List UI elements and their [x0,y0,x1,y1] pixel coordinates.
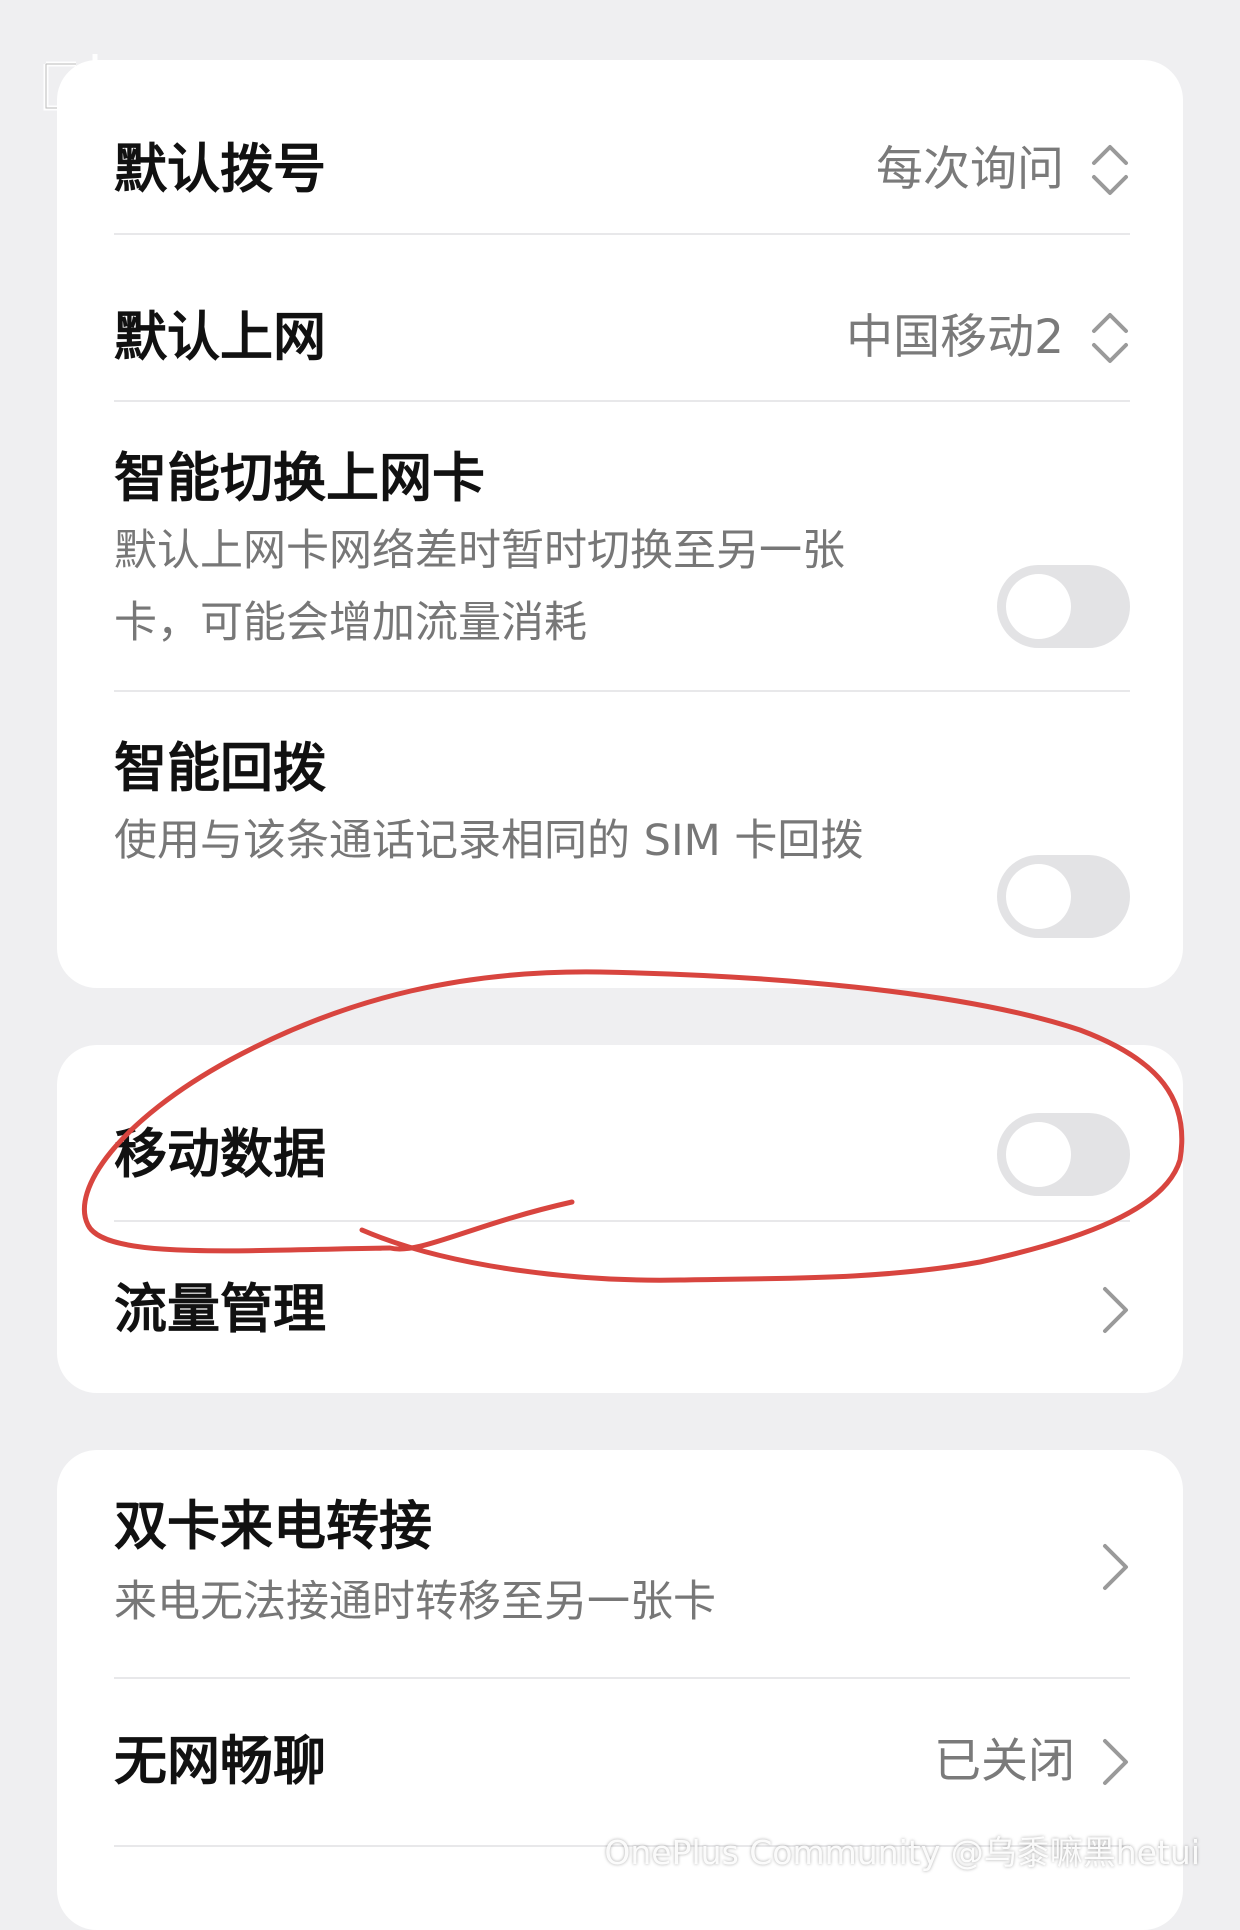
smart-switch-toggle[interactable] [997,565,1130,648]
toggle-knob [1006,864,1071,929]
divider [114,690,1130,692]
mobile-data-row[interactable]: 移动数据 [114,1095,1130,1215]
smart-switch-row[interactable]: 智能切换上网卡 默认上网卡网络差时暂时切换至另一张卡，可能会增加流量消耗 [114,440,1130,700]
chevron-up-down-icon [1092,313,1128,363]
smart-switch-description: 默认上网卡网络差时暂时切换至另一张卡，可能会增加流量消耗 [114,526,845,648]
chevron-right-icon [1103,1739,1128,1785]
divider [114,1677,1130,1679]
call-forwarding-description: 来电无法接通时转移至另一张卡 [114,1577,716,1627]
call-forwarding-row[interactable]: 双卡来电转接 来电无法接通时转移至另一张卡 [114,1500,1130,1660]
offline-chat-value: 已关闭 [934,1734,1075,1789]
default-dial-row[interactable]: 默认拨号 每次询问 [114,120,1130,220]
default-dial-value: 每次询问 [876,142,1064,197]
smart-callback-label: 智能回拨 [114,738,326,799]
default-data-value: 中国移动2 [846,310,1064,365]
watermark: OnePlus Community @乌黍嘛黑hetui [604,1833,1200,1872]
divider [114,1220,1130,1222]
chevron-up-down-icon [1092,145,1128,195]
sim-settings-card: 默认拨号 每次询问 默认上网 中国移动2 智能切换上网卡 默认上网卡网络差时暂时… [57,60,1183,988]
data-management-label: 流量管理 [114,1279,326,1340]
toggle-knob [1006,1122,1071,1187]
smart-callback-row[interactable]: 智能回拨 使用与该条通话记录相同的 SIM 卡回拨 [114,730,1130,970]
mobile-data-label: 移动数据 [114,1124,326,1185]
data-settings-card: 移动数据 流量管理 [57,1045,1183,1393]
smart-callback-toggle[interactable] [997,855,1130,938]
smart-callback-description: 使用与该条通话记录相同的 SIM 卡回拨 [114,816,864,866]
default-data-row[interactable]: 默认上网 中国移动2 [114,288,1130,388]
chevron-right-icon [1103,1544,1128,1590]
divider [114,400,1130,402]
offline-chat-label: 无网畅聊 [114,1731,326,1792]
chevron-right-icon [1103,1287,1128,1333]
offline-chat-row[interactable]: 无网畅聊 已关闭 [114,1712,1130,1812]
mobile-data-toggle[interactable] [997,1113,1130,1196]
default-dial-label: 默认拨号 [114,139,326,200]
smart-switch-label: 智能切换上网卡 [114,448,485,509]
toggle-knob [1006,574,1071,639]
divider [114,233,1130,235]
call-forwarding-label: 双卡来电转接 [114,1496,432,1557]
default-data-label: 默认上网 [114,307,326,368]
data-management-row[interactable]: 流量管理 [114,1260,1130,1360]
